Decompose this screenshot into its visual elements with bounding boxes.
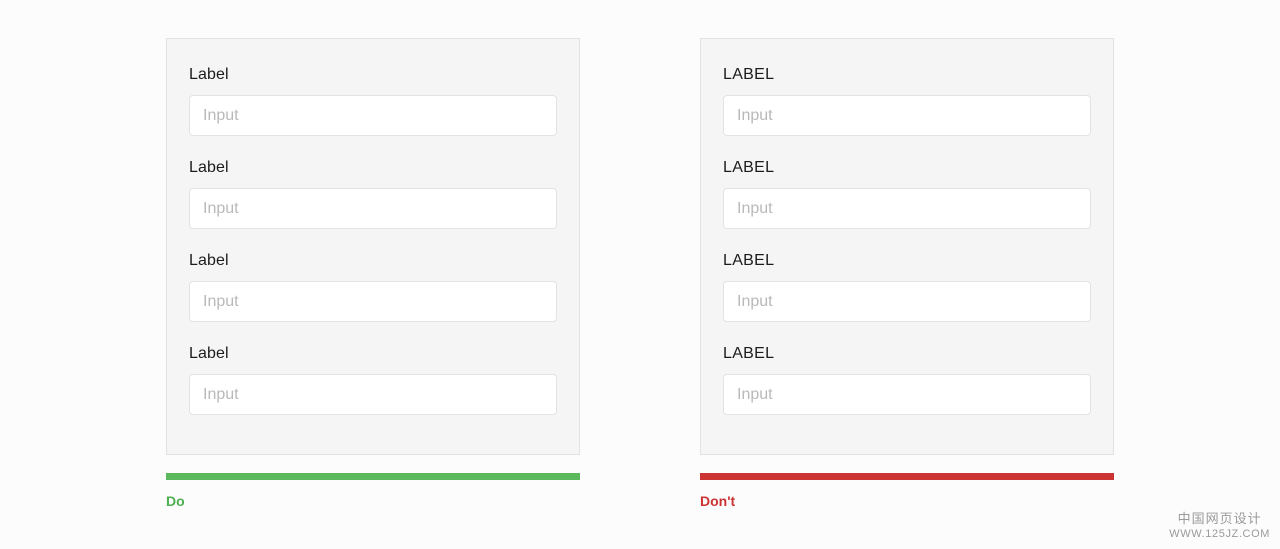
- field-group: LABEL: [723, 251, 1091, 322]
- watermark-url: WWW.125JZ.COM: [1169, 528, 1270, 540]
- field-input[interactable]: [723, 95, 1091, 136]
- example-do: Label Label Label Label Do: [166, 38, 580, 509]
- comparison-stage: Label Label Label Label Do: [0, 0, 1280, 549]
- field-label: LABEL: [723, 66, 775, 83]
- field-input[interactable]: [189, 188, 557, 229]
- field-input[interactable]: [189, 281, 557, 322]
- field-group: Label: [189, 344, 557, 415]
- verdict-dont: Don't: [700, 473, 1114, 510]
- example-dont: LABEL LABEL LABEL LABEL Don't: [700, 38, 1114, 509]
- field-label: LABEL: [723, 159, 775, 176]
- field-group: LABEL: [723, 344, 1091, 415]
- field-group: Label: [189, 251, 557, 322]
- field-group: Label: [189, 65, 557, 136]
- field-label: Label: [189, 159, 229, 176]
- form-panel-do: Label Label Label Label: [166, 38, 580, 455]
- field-group: LABEL: [723, 65, 1091, 136]
- field-input[interactable]: [189, 374, 557, 415]
- field-input[interactable]: [723, 374, 1091, 415]
- field-label: Label: [189, 66, 229, 83]
- verdict-bar: [700, 473, 1114, 480]
- field-input[interactable]: [189, 95, 557, 136]
- form-panel-dont: LABEL LABEL LABEL LABEL: [700, 38, 1114, 455]
- field-group: LABEL: [723, 158, 1091, 229]
- verdict-label: Don't: [700, 493, 736, 509]
- field-input[interactable]: [723, 281, 1091, 322]
- watermark: 中国网页设计 WWW.125JZ.COM: [1169, 510, 1270, 541]
- field-label: LABEL: [723, 345, 775, 362]
- verdict-do: Do: [166, 473, 580, 510]
- field-label: LABEL: [723, 252, 775, 269]
- watermark-site-name: 中国网页设计: [1177, 511, 1262, 526]
- field-label: Label: [189, 252, 229, 269]
- field-group: Label: [189, 158, 557, 229]
- verdict-bar: [166, 473, 580, 480]
- field-label: Label: [189, 345, 229, 362]
- verdict-label: Do: [166, 493, 185, 509]
- field-input[interactable]: [723, 188, 1091, 229]
